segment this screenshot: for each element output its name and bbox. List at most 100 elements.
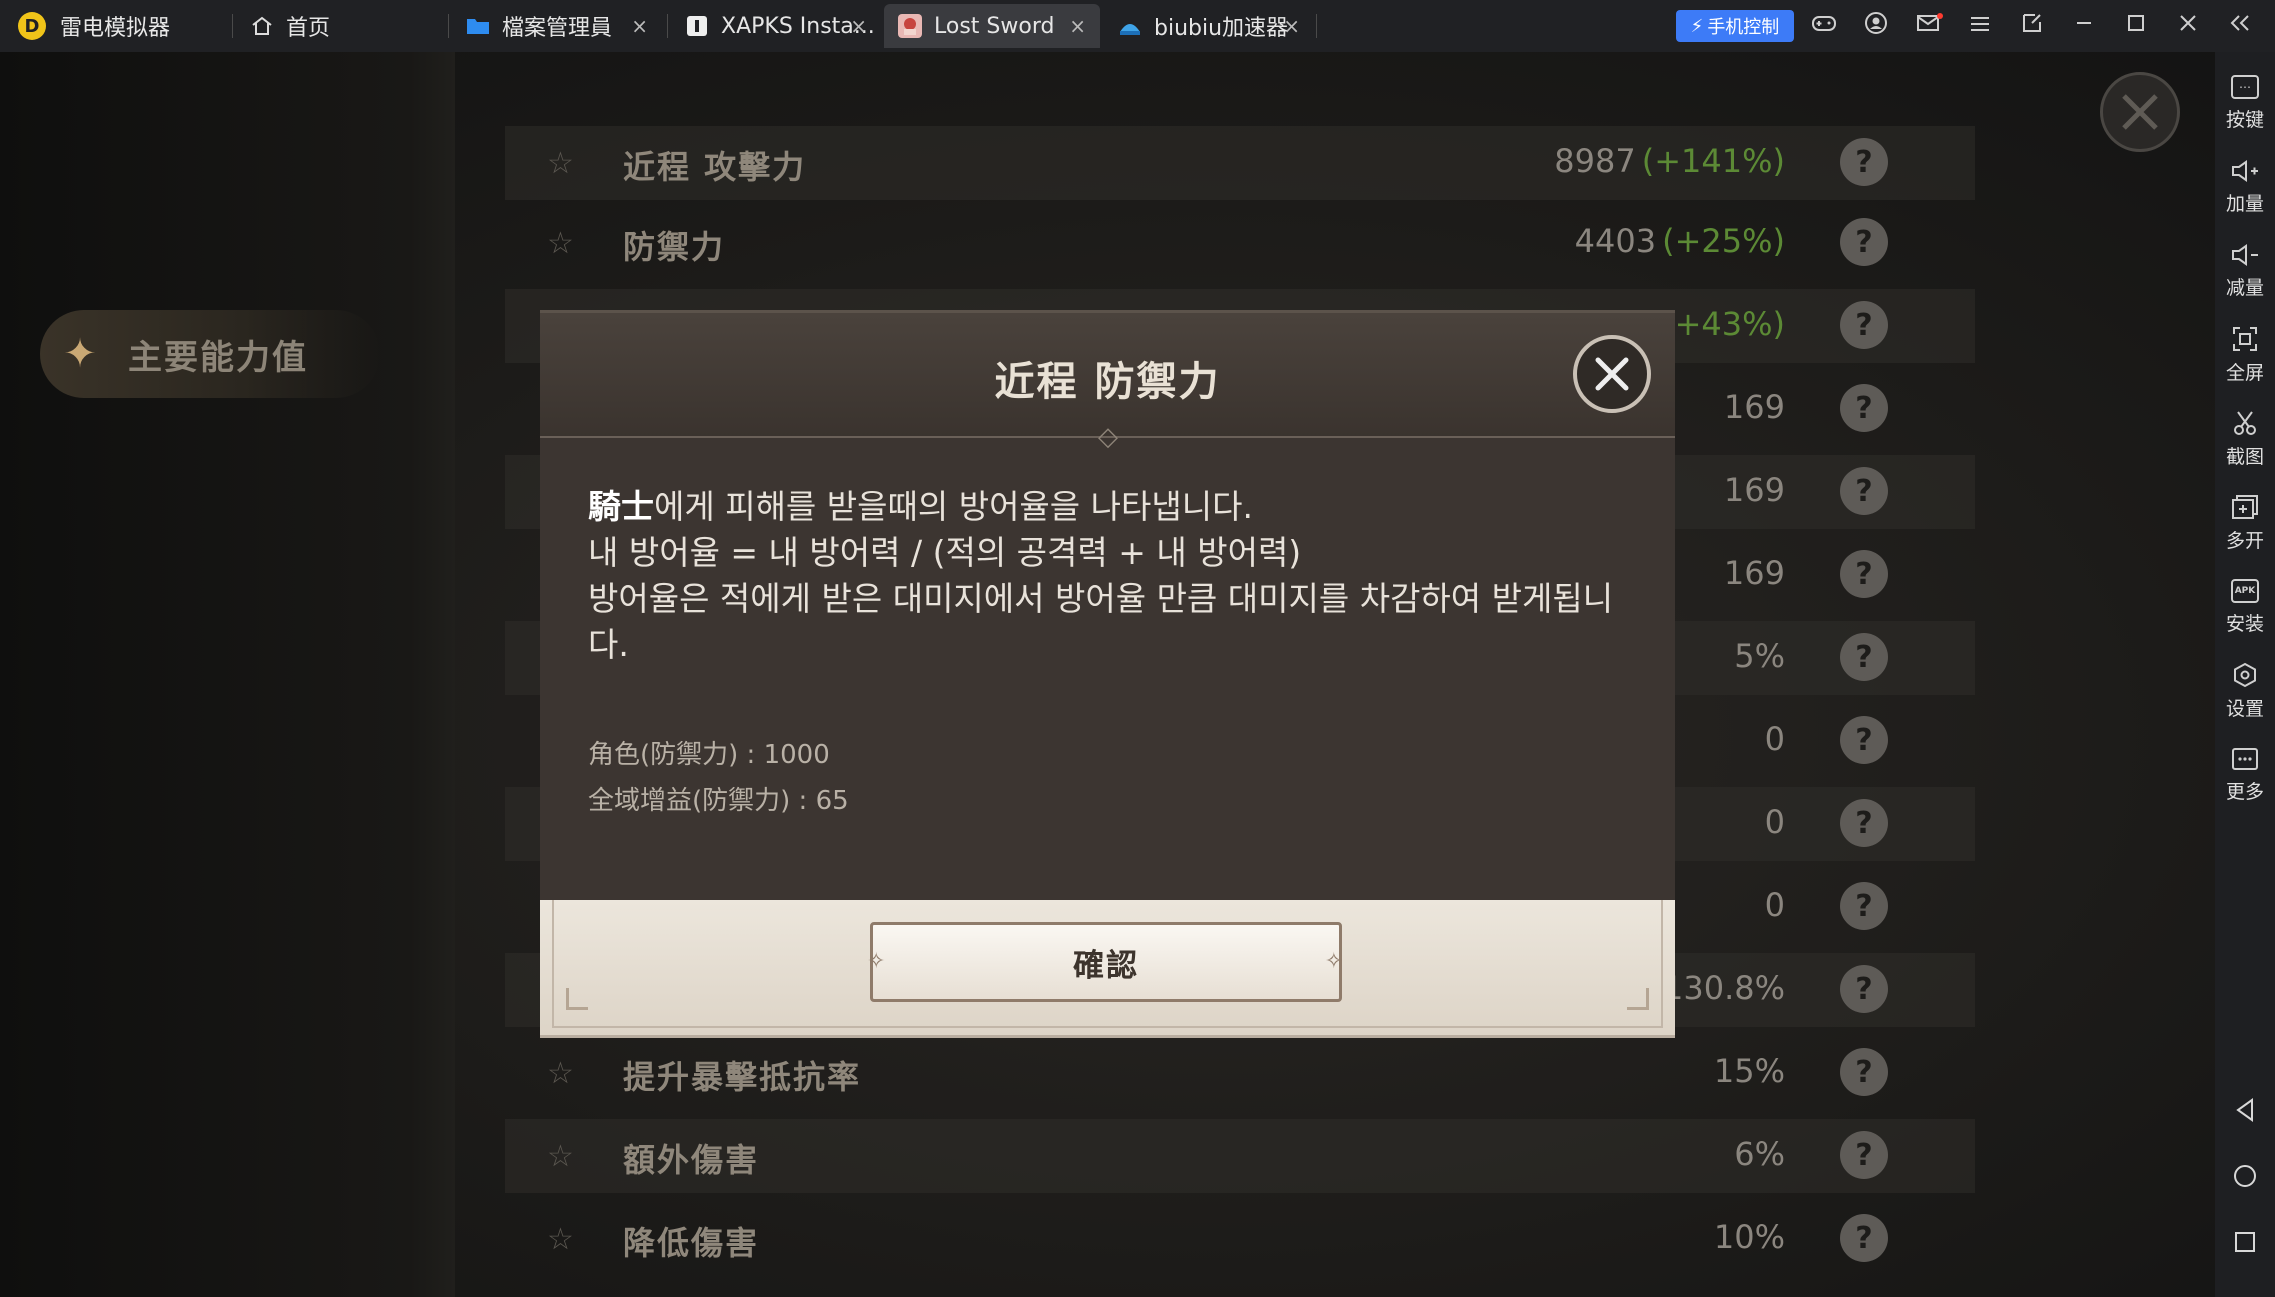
stat-value: 0 — [1764, 886, 1785, 924]
sidebar-item-multi-instance[interactable]: 多开 — [2215, 488, 2275, 558]
tab-biubiu-accelerator[interactable]: biubiu加速器 × — [1104, 4, 1314, 48]
stat-row: ☆ 防禦力 4403 (+25%) ? — [505, 206, 1975, 280]
stat-value: 4403 (+25%) — [1575, 222, 1785, 260]
stat-number: 8987 — [1554, 142, 1636, 180]
star-icon[interactable]: ☆ — [547, 1056, 574, 1091]
main-stat-tab[interactable]: ✦ 主要能力值 — [40, 310, 380, 398]
tab-file-manager[interactable]: 檔案管理員 × — [452, 4, 662, 48]
sidebar-label: 设置 — [2225, 697, 2264, 720]
tab-close-icon[interactable]: × — [1069, 14, 1086, 38]
emulator-sidebar: ⋯ 按键 加量 减量 全屏 截图 多开 APK 安装 设置 更多 — [2215, 52, 2275, 1297]
left-panel — [0, 52, 455, 1297]
help-icon[interactable]: ? — [1840, 218, 1888, 266]
window-controls — [1811, 0, 2253, 52]
keyboard-icon: ⋯ — [2231, 74, 2259, 99]
sidebar-item-more[interactable]: 更多 — [2215, 740, 2275, 810]
collapse-sidebar-icon[interactable] — [2227, 12, 2253, 40]
help-icon[interactable]: ? — [1840, 633, 1888, 681]
modal-note: 角色(防禦力) : 1000 — [588, 740, 830, 770]
help-icon[interactable]: ? — [1840, 882, 1888, 930]
tab-label: Lost Sword — [934, 13, 1055, 39]
stat-value: 130.8% — [1662, 969, 1785, 1007]
tab-separator — [1316, 14, 1317, 38]
xapks-icon — [685, 14, 709, 38]
help-icon[interactable]: ? — [1840, 1214, 1888, 1262]
tab-separator — [667, 14, 668, 38]
help-icon[interactable]: ? — [1840, 1048, 1888, 1096]
tab-lost-sword[interactable]: Lost Sword × — [884, 4, 1100, 48]
modal-title: 近程 防禦力 — [994, 359, 1221, 405]
compass-star-icon: ✦ — [63, 331, 97, 377]
maximize-icon[interactable] — [2123, 12, 2149, 40]
confirm-button[interactable]: ✧ 確認 ✧ — [867, 922, 1345, 1002]
modal-close-button[interactable] — [1573, 335, 1651, 413]
help-icon[interactable]: ? — [1840, 965, 1888, 1013]
gamepad-icon[interactable] — [1811, 13, 1837, 39]
stat-name: 提升暴擊抵抗率 — [623, 1058, 862, 1096]
stat-percent: (+43%) — [1662, 305, 1785, 343]
mini-mode-icon[interactable] — [2019, 12, 2045, 40]
sidebar-label: 多开 — [2225, 529, 2264, 552]
tab-home[interactable]: 首页 — [236, 4, 446, 48]
notification-dot — [1937, 13, 1943, 19]
star-icon[interactable]: ☆ — [547, 1139, 574, 1174]
menu-icon[interactable] — [1967, 14, 1993, 39]
button-ornament-icon: ✧ — [1324, 949, 1345, 974]
phone-control-button[interactable]: ⚡ 手机控制 — [1676, 10, 1794, 42]
star-icon[interactable]: ☆ — [547, 1222, 574, 1257]
sidebar-item-keymap[interactable]: ⋯ 按键 — [2215, 68, 2275, 138]
sidebar-label: 按键 — [2225, 108, 2264, 131]
tab-xapks-installer[interactable]: XAPKS Insta... × — [671, 4, 881, 48]
stat-value: 5% — [1734, 637, 1785, 675]
mail-icon[interactable] — [1915, 13, 1943, 39]
recents-square-icon — [2235, 1232, 2255, 1252]
tab-label: biubiu加速器 — [1154, 16, 1289, 41]
stat-value: 10% — [1713, 1218, 1785, 1256]
sidebar-item-volume-up[interactable]: 加量 — [2215, 152, 2275, 222]
sidebar-item-install-apk[interactable]: APK 安装 — [2215, 572, 2275, 642]
biubiu-icon — [1118, 14, 1142, 38]
stat-number: 4403 — [1574, 222, 1657, 260]
title-bar: D 雷电模拟器 首页 檔案管理員 × XAPKS Insta... × Lost… — [0, 0, 2275, 52]
tab-close-icon[interactable]: × — [631, 14, 648, 38]
stat-value: 169 — [1723, 388, 1785, 426]
app-name: 雷电模拟器 — [60, 16, 171, 41]
stat-value: 6% — [1734, 1135, 1785, 1173]
sidebar-label: 安装 — [2225, 612, 2264, 635]
stat-value: 8987 (+141%) — [1554, 142, 1785, 180]
tab-close-icon[interactable]: × — [1283, 14, 1300, 38]
help-icon[interactable]: ? — [1840, 138, 1888, 186]
tab-close-icon[interactable]: × — [850, 14, 867, 38]
help-icon[interactable]: ? — [1840, 384, 1888, 432]
sidebar-item-settings[interactable]: 设置 — [2215, 656, 2275, 726]
desc-line: 에게 피해를 받을때의 방어율을 나타냅니다. — [654, 487, 1253, 526]
diamond-ornament-icon: ◇ — [1098, 422, 1118, 452]
help-icon[interactable]: ? — [1840, 716, 1888, 764]
nav-home-button[interactable] — [2215, 1156, 2275, 1196]
minimize-icon[interactable] — [2071, 12, 2097, 40]
stat-row: ☆ 額外傷害 6% ? — [505, 1119, 1975, 1193]
multi-instance-icon — [2232, 494, 2258, 519]
help-icon[interactable]: ? — [1840, 301, 1888, 349]
help-icon[interactable]: ? — [1840, 550, 1888, 598]
help-icon[interactable]: ? — [1840, 467, 1888, 515]
help-icon[interactable]: ? — [1840, 799, 1888, 847]
sidebar-item-screenshot[interactable]: 截图 — [2215, 404, 2275, 474]
desc-line: 내 방어율 = 내 방어력 / (적의 공격력 + 내 방어력) — [588, 533, 1302, 572]
help-icon[interactable]: ? — [1840, 1131, 1888, 1179]
close-window-icon[interactable] — [2175, 12, 2201, 40]
star-icon[interactable]: ☆ — [547, 146, 574, 181]
main-stat-label: 主要能力值 — [128, 337, 308, 378]
nav-recents-button[interactable] — [2215, 1222, 2275, 1262]
sidebar-item-volume-down[interactable]: 减量 — [2215, 236, 2275, 306]
nav-back-button[interactable] — [2215, 1090, 2275, 1130]
star-icon[interactable]: ☆ — [547, 226, 574, 261]
stat-value: 169 — [1723, 471, 1785, 509]
stat-name: 額外傷害 — [623, 1141, 760, 1179]
more-icon — [2232, 747, 2258, 770]
modal-footer: ✧ 確認 ✧ — [540, 900, 1675, 1038]
sidebar-item-fullscreen[interactable]: 全屏 — [2215, 320, 2275, 390]
stat-row: ☆ 提升暴擊抵抗率 15% ? — [505, 1036, 1975, 1110]
game-close-button[interactable] — [2100, 72, 2180, 152]
account-icon[interactable] — [1863, 11, 1889, 41]
